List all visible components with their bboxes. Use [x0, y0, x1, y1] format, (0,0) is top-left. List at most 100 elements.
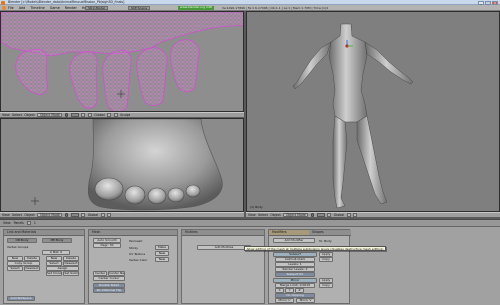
material-counter[interactable]: 0 Mat: 0: [42, 250, 70, 255]
add-multires-button[interactable]: Add Multires: [197, 245, 251, 250]
blender-web-link[interactable]: www.blender.org 248: [178, 5, 214, 10]
orientation-label[interactable]: Global: [94, 113, 104, 117]
pivot-selector[interactable]: [70, 213, 79, 217]
material-assign-button[interactable]: Assign: [46, 266, 79, 271]
vgroup-select-button[interactable]: Select: [7, 266, 23, 271]
menu-file[interactable]: File: [8, 6, 14, 10]
frame-counter[interactable]: 1: [34, 221, 36, 225]
object-menu[interactable]: Object: [24, 213, 34, 217]
menu-add[interactable]: Add: [19, 6, 26, 10]
pivot-selector[interactable]: [316, 213, 325, 217]
levels-field[interactable]: Levels: 1: [275, 262, 315, 267]
viewport-bottom-left[interactable]: [0, 118, 244, 212]
tab-shapes[interactable]: Shapes: [309, 230, 351, 236]
vgroup-delete-button[interactable]: Delete: [24, 256, 40, 261]
pivot-selector[interactable]: [70, 113, 79, 117]
manipulator-icon[interactable]: [81, 113, 86, 117]
auto-smooth-button[interactable]: Auto Smooth: [93, 238, 121, 243]
set-solid-button[interactable]: Set Solid: [63, 271, 79, 276]
orientation-label[interactable]: Global: [334, 213, 344, 217]
buttons-view-menu[interactable]: View: [3, 221, 11, 225]
mode-selector[interactable]: Object Mode: [37, 213, 63, 217]
maximize-button[interactable]: □: [485, 0, 491, 5]
object-menu[interactable]: Object: [270, 213, 280, 217]
subsurf-uv-toggle[interactable]: Subsurf UV: [275, 272, 315, 277]
vertex-color-new-button[interactable]: New: [155, 257, 169, 262]
subsurf-copy-button[interactable]: Copy: [319, 257, 333, 262]
mirror-x-toggle[interactable]: X: [275, 288, 284, 293]
mode-selector[interactable]: Object Mode: [37, 113, 63, 117]
layer-icon[interactable]: [100, 213, 105, 217]
view-menu[interactable]: View: [248, 213, 256, 217]
select-menu[interactable]: Select: [258, 213, 268, 217]
orientation-label[interactable]: Global: [88, 213, 98, 217]
layer-icon[interactable]: [113, 113, 118, 117]
object-menu[interactable]: Object: [24, 113, 34, 117]
view-menu[interactable]: View: [2, 213, 10, 217]
minimize-button[interactable]: _: [478, 0, 484, 5]
degr-field[interactable]: Degr: 30: [93, 243, 121, 248]
center-cursor-button[interactable]: Center Cursor: [93, 276, 125, 281]
material-deselect-button[interactable]: Deselect: [63, 261, 79, 266]
mirror-u-toggle[interactable]: Mirror U: [275, 298, 294, 303]
draw-type-icon[interactable]: [310, 213, 315, 217]
buttons-panels-menu[interactable]: Panels: [14, 221, 24, 225]
vgroup-new-button[interactable]: New: [7, 256, 23, 261]
subsurf-name-field[interactable]: Subsurf: [273, 252, 317, 257]
view-menu[interactable]: View: [2, 113, 10, 117]
center-new-button[interactable]: Center New: [108, 271, 125, 276]
layer-icon[interactable]: [353, 213, 358, 217]
viewport-right[interactable]: (1) Body: [246, 11, 500, 212]
uv-texture-new-button[interactable]: New: [155, 251, 169, 256]
object-name-field[interactable]: OB:Body: [7, 238, 37, 243]
draw-type-icon[interactable]: [64, 113, 69, 117]
manipulator-icon[interactable]: [87, 113, 92, 117]
mirror-name-field[interactable]: Mirror: [273, 278, 317, 283]
double-sided-button[interactable]: Double Sided: [93, 283, 125, 288]
copy-group-button[interactable]: Copy Group: [7, 261, 40, 266]
select-menu[interactable]: Select: [12, 213, 22, 217]
scene-selector[interactable]: SCE:Scene: [128, 6, 151, 10]
layer-icon[interactable]: [107, 213, 112, 217]
mirror-apply-button[interactable]: Apply: [319, 278, 333, 283]
menu-timeline[interactable]: Timeline: [30, 6, 44, 10]
editing-context-icon[interactable]: [26, 221, 31, 225]
merge-limit-field[interactable]: Merge Limit: 0.0010: [275, 283, 315, 288]
mode-selector[interactable]: Object Mode: [283, 213, 309, 217]
manipulator-icon[interactable]: [327, 213, 332, 217]
sculpt-label[interactable]: Sculpt: [120, 113, 130, 117]
catmull-clark-selector[interactable]: Catmull-Clark: [275, 257, 315, 262]
render-levels-field[interactable]: Render Levels: 2: [275, 267, 315, 272]
mirror-z-toggle[interactable]: Z: [295, 288, 304, 293]
no-vnormal-flip-button[interactable]: No V.Normal Flip: [93, 288, 125, 293]
blender-logo-icon: [2, 5, 6, 10]
vgroup-deselect-button[interactable]: Deselect: [24, 266, 40, 271]
close-button[interactable]: X: [492, 0, 498, 5]
layer-icon[interactable]: [346, 213, 351, 217]
material-select-button[interactable]: Select: [46, 261, 62, 266]
vertex-color-label: Vertex Color: [129, 258, 148, 262]
select-menu[interactable]: Select: [12, 113, 22, 117]
material-delete-button[interactable]: Delete: [63, 256, 79, 261]
viewport-header-bottom-left: View Select Object Object Mode Global: [0, 212, 244, 218]
draw-type-icon[interactable]: [64, 213, 69, 217]
set-smooth-button[interactable]: Set Smooth: [46, 271, 62, 276]
menu-render[interactable]: Render: [65, 6, 77, 10]
manipulator-icon[interactable]: [81, 213, 86, 217]
mirror-y-toggle[interactable]: Y: [285, 288, 294, 293]
menu-game[interactable]: Game: [50, 6, 60, 10]
material-new-button[interactable]: New: [46, 256, 62, 261]
tab-modifiers[interactable]: Modifiers: [269, 230, 309, 236]
sticky-make-button[interactable]: Make: [155, 245, 169, 250]
autotexspace-button[interactable]: AutoTexSpace: [7, 296, 35, 301]
layer-icon[interactable]: [107, 113, 112, 117]
screen-selector[interactable]: SR:2-Model: [85, 6, 108, 10]
center-button[interactable]: Center: [93, 271, 107, 276]
mirror-copy-button[interactable]: Copy: [319, 283, 333, 288]
mirror-v-toggle[interactable]: Mirror V: [296, 298, 315, 303]
add-modifier-button[interactable]: Add Modifier: [273, 238, 315, 243]
do-clipping-toggle[interactable]: Do Clipping: [275, 293, 315, 298]
mesh-name-field[interactable]: ME:Body: [42, 238, 72, 243]
subsurf-apply-button[interactable]: Apply: [319, 252, 333, 257]
viewport-top-left[interactable]: [0, 11, 244, 112]
